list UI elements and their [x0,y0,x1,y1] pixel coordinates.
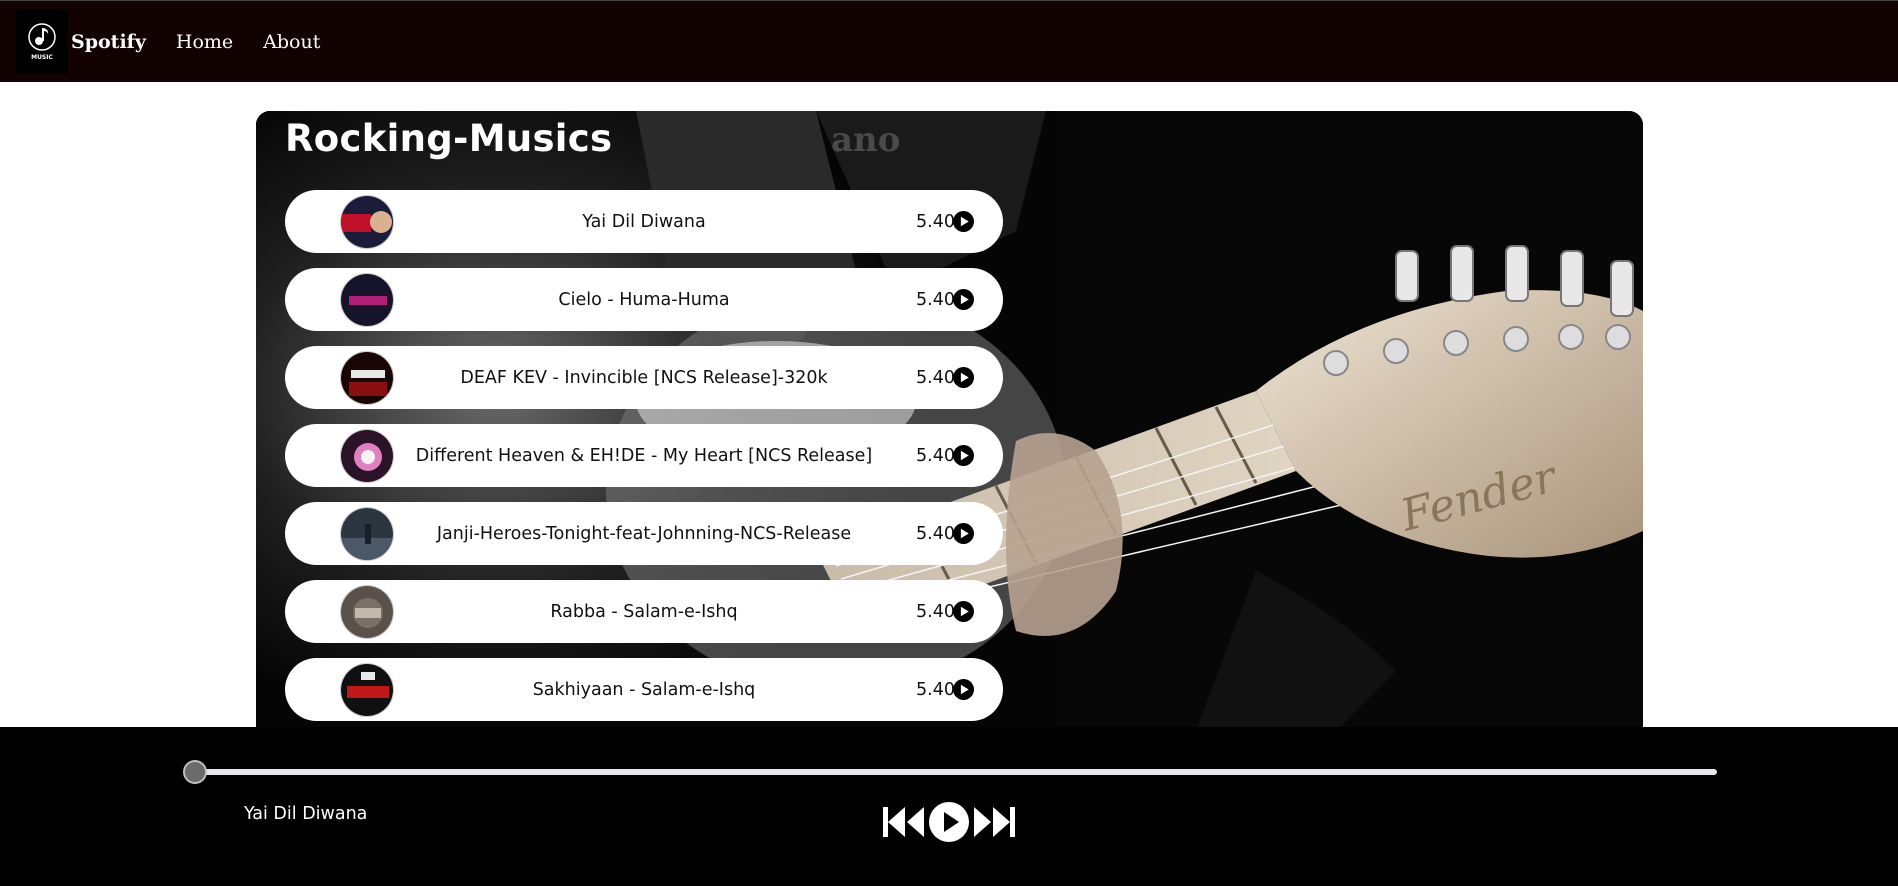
song-list-card: ano Fender Rocking-Musics Yai Dil Diwana… [256,111,1643,731]
song-item[interactable]: Different Heaven & EH!DE - My Heart [NCS… [285,424,1003,487]
song-name: Yai Dil Diwana [582,211,706,232]
song-name: Cielo - Huma-Huma [558,289,730,310]
previous-track-icon[interactable] [882,805,926,839]
song-duration: 5.40 [916,601,955,622]
song-name: Rabba - Salam-e-Ishq [550,601,738,622]
next-track-icon[interactable] [972,805,1016,839]
song-name: Different Heaven & EH!DE - My Heart [NCS… [415,445,873,466]
play-circle-icon[interactable] [953,367,974,388]
song-duration: 5.40 [916,289,955,310]
song-cover [340,351,394,405]
cover-art-image [341,586,393,638]
song-cover [340,195,394,249]
now-playing-title: Yai Dil Diwana [244,804,368,824]
brand-name[interactable]: Spotify [71,31,146,53]
song-cover [340,585,394,639]
song-duration: 5.40 [916,679,955,700]
music-note-icon [28,23,56,51]
song-item[interactable]: Janji-Heroes-Tonight-feat-Johnning-NCS-R… [285,502,1003,565]
playback-controls [882,801,1016,843]
logo[interactable]: MUSIC [16,9,68,74]
play-circle-icon[interactable] [953,289,974,310]
song-duration: 5.40 [916,445,955,466]
song-item[interactable]: Sakhiyaan - Salam-e-Ishq 5.40 [285,658,1003,721]
song-item[interactable]: Yai Dil Diwana 5.40 [285,190,1003,253]
cover-art-image [341,430,393,482]
cover-art-image [341,196,393,248]
play-circle-icon[interactable] [953,523,974,544]
song-cover [340,663,394,717]
song-name: DEAF KEV - Invincible [NCS Release]-320k [460,367,828,388]
play-circle-icon[interactable] [953,445,974,466]
song-name: Sakhiyaan - Salam-e-Ishq [532,679,756,700]
nav-home-link[interactable]: Home [176,31,233,53]
song-name: Janji-Heroes-Tonight-feat-Johnning-NCS-R… [436,523,852,544]
song-item[interactable]: Cielo - Huma-Huma 5.40 [285,268,1003,331]
navbar: MUSIC Spotify Home About [0,0,1898,82]
cover-art-image [341,664,393,716]
cover-art-image [341,352,393,404]
song-cover [340,273,394,327]
cover-art-image [341,274,393,326]
song-list: Yai Dil Diwana 5.40 Cielo - Huma-Huma 5.… [285,190,1003,731]
song-item[interactable]: DEAF KEV - Invincible [NCS Release]-320k… [285,346,1003,409]
cover-art-image [341,508,393,560]
playlist-title: Rocking-Musics [285,117,613,160]
song-duration: 5.40 [916,367,955,388]
play-circle-icon[interactable] [953,601,974,622]
song-cover [340,507,394,561]
logo-text: MUSIC [31,54,53,61]
song-cover [340,429,394,483]
svg-text:ano: ano [831,120,900,160]
progress-slider[interactable] [183,760,1717,784]
player-bar: Yai Dil Diwana [0,727,1898,886]
song-duration: 5.40 [916,211,955,232]
play-circle-icon[interactable] [953,211,974,232]
play-circle-icon[interactable] [953,679,974,700]
play-icon[interactable] [928,801,970,843]
song-duration: 5.40 [916,523,955,544]
nav-about-link[interactable]: About [263,31,320,53]
progress-thumb[interactable] [183,760,207,784]
song-item[interactable]: Rabba - Salam-e-Ishq 5.40 [285,580,1003,643]
